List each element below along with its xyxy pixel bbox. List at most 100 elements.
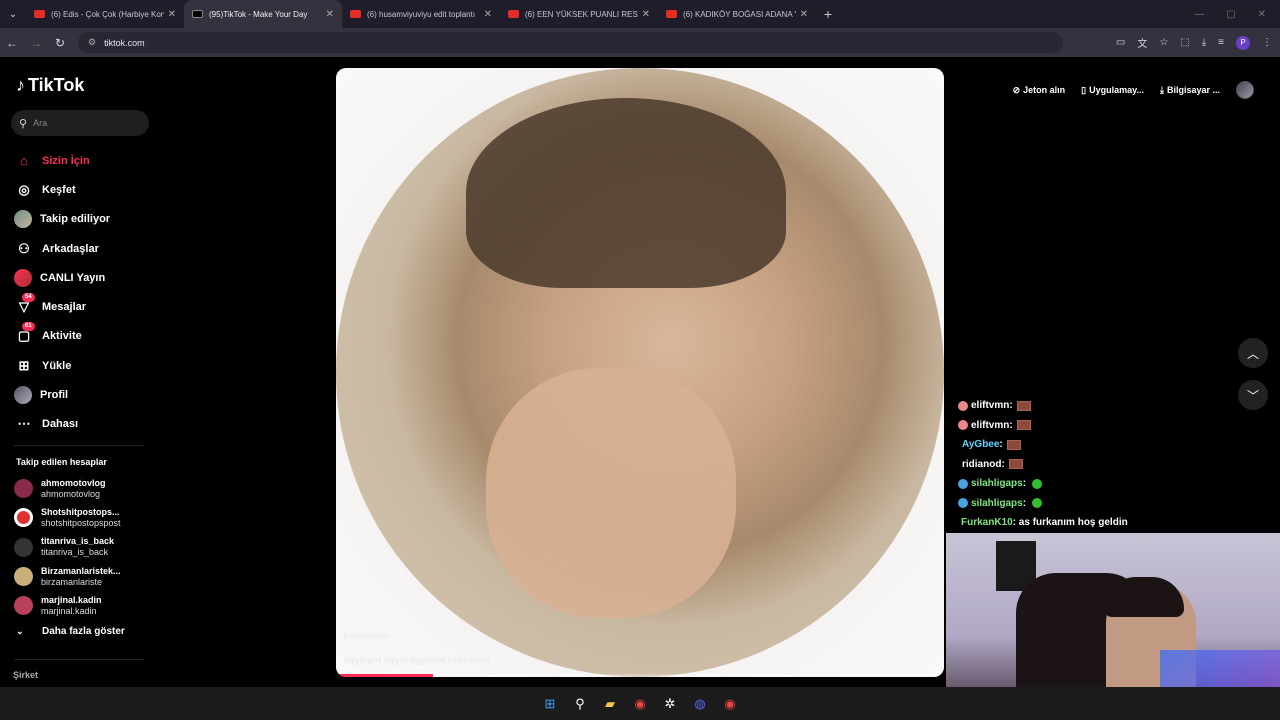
get-coins-button[interactable]: ⊘ Jeton alın xyxy=(1013,85,1066,96)
home-icon: ⌂ xyxy=(20,153,28,169)
forward-icon[interactable]: → xyxy=(24,36,48,50)
top-actions: ⊘ Jeton alın ▯ Uygulamay... ⤓ Bilgisayar ..… xyxy=(1013,81,1254,99)
new-tab-button[interactable]: + xyxy=(816,6,840,22)
video-author[interactable]: karinishon xyxy=(344,631,390,642)
discord-icon[interactable]: ◍ xyxy=(690,694,710,714)
browser-tab[interactable]: (6) husamviyuviyu edit toplantı ✕ xyxy=(342,0,500,28)
extensions-icon[interactable]: ⬚ xyxy=(1180,37,1189,48)
windows-start-icon[interactable]: ⊞ xyxy=(540,694,560,714)
emote-icon xyxy=(1032,498,1043,509)
previous-video-button[interactable]: ︿ xyxy=(1238,338,1268,368)
download-icon[interactable]: ⤓ xyxy=(1202,37,1206,48)
avatar xyxy=(14,508,33,528)
app-icon[interactable]: ✲ xyxy=(660,694,680,714)
main-nav: ⌂ Sizin İçin ◎ Keşfet Takip ediliyor ⚇ Arka… xyxy=(14,146,110,439)
translate-icon[interactable]: 文 xyxy=(1137,35,1147,50)
chrome-icon[interactable]: ◉ xyxy=(720,694,740,714)
activity-icon: ▢ 61 xyxy=(14,322,35,346)
reload-icon[interactable]: ↻ xyxy=(48,36,72,50)
youtube-icon xyxy=(508,10,519,18)
video-frame xyxy=(336,68,944,677)
menu-kebab-icon[interactable]: ⋮ xyxy=(1262,37,1272,48)
video-progress-bar[interactable] xyxy=(336,674,944,677)
search-input[interactable]: ⚲ Ara xyxy=(11,110,149,136)
chat-message: AyGbee : xyxy=(958,435,1278,455)
tiktok-logo[interactable]: ♪ TikTok xyxy=(16,75,84,96)
file-explorer-icon[interactable]: ▰ xyxy=(600,694,620,714)
chevron-up-icon: ︿ xyxy=(1246,346,1259,361)
video-player[interactable]: karinishon #gymgirl #gym #gymrat #кач #з… xyxy=(336,68,944,677)
browser-tab-active[interactable]: (95)TikTok - Make Your Day ✕ xyxy=(184,0,342,28)
browser-tab[interactable]: (6) KADIKÖY BOĞASI ADANA Y ✕ xyxy=(658,0,816,28)
emote-icon xyxy=(1008,459,1023,470)
profile-icon xyxy=(14,386,32,405)
nav-item-friends[interactable]: ⚇ Arkadaşlar xyxy=(14,234,110,263)
cast-icon[interactable]: ▭ xyxy=(1116,37,1125,48)
divider xyxy=(14,445,144,446)
chevron-down-icon: ⌄ xyxy=(16,626,24,636)
browser-tab[interactable]: (6) EEN YÜKSEK PUANLI RESTO ✕ xyxy=(500,0,658,28)
chat-message: FurkanK10 : as furkanım hoş geldin xyxy=(961,517,1128,529)
profile-avatar[interactable]: P xyxy=(1236,35,1250,50)
following-account[interactable]: titanriva_is_back titanriva_is_back xyxy=(14,533,121,562)
bookmark-star-icon[interactable]: ☆ xyxy=(1159,37,1168,48)
get-app-button[interactable]: ▯ Uygulamay... xyxy=(1081,85,1144,96)
avatar xyxy=(14,479,33,499)
video-hashtags[interactable]: #gymgirl #gym #gymrat #кач #зал xyxy=(344,655,490,665)
tab-search-button[interactable]: ⌄ xyxy=(0,0,26,28)
youtube-icon xyxy=(34,10,45,18)
following-account[interactable]: marjinal.kadin marjinal.kadin xyxy=(14,591,121,620)
url-field[interactable]: ⚙ tiktok.com xyxy=(78,32,1063,53)
close-tab-icon[interactable]: ✕ xyxy=(642,9,650,20)
following-avatar-icon xyxy=(14,210,32,229)
search-icon: ⚲ xyxy=(19,117,28,130)
emote-icon xyxy=(1006,439,1021,450)
live-icon xyxy=(14,268,32,287)
friends-icon: ⚇ xyxy=(18,240,30,256)
media-control-icon[interactable]: ≡ xyxy=(1218,37,1224,48)
close-tab-icon[interactable]: ✕ xyxy=(484,9,492,20)
show-more-button[interactable]: ⌄ Daha fazla göster xyxy=(16,626,125,637)
following-account[interactable]: ahmomotovlog ahmomotovlog xyxy=(14,474,121,503)
nav-item-for-you[interactable]: ⌂ Sizin İçin xyxy=(14,146,110,175)
webcam-content xyxy=(1104,577,1184,617)
os-taskbar: ⊞ ⚲ ▰ ◉ ✲ ◍ ◉ xyxy=(0,687,1280,720)
upload-icon: ⊞ xyxy=(18,357,30,373)
tiktok-note-icon: ♪ xyxy=(16,75,25,95)
site-info-icon[interactable]: ⚙ xyxy=(88,37,96,48)
close-window-icon[interactable]: ✕ xyxy=(1258,9,1266,20)
emote-icon xyxy=(1016,400,1031,411)
maximize-icon[interactable]: ▢ xyxy=(1226,9,1235,20)
more-icon: ⋯ xyxy=(17,416,31,432)
browser-toolbar-buttons: ▭ 文 ☆ ⬚ ⤓ ≡ P ⋮ xyxy=(1116,28,1272,57)
nav-item-explore[interactable]: ◎ Keşfet xyxy=(14,175,110,204)
activity-badge: 61 xyxy=(22,322,35,332)
close-tab-icon[interactable]: ✕ xyxy=(326,9,334,20)
nav-item-activity[interactable]: ▢ 61 Aktivite xyxy=(14,322,110,351)
company-link[interactable]: Şirket xyxy=(13,670,38,680)
chat-message: eliftvmn : xyxy=(958,396,1278,416)
address-bar-row: ← → ↻ ⚙ tiktok.com ▭ 文 ☆ ⬚ ⤓ ≡ P ⋮ xyxy=(0,28,1280,57)
desktop-app-button[interactable]: ⤓ Bilgisayar ... xyxy=(1160,85,1220,96)
browser-tab[interactable]: (6) Edis - Çok Çok (Harbiye Kon ✕ xyxy=(26,0,184,28)
nav-item-messages[interactable]: ▽ 54 Mesajlar xyxy=(14,292,110,321)
back-icon[interactable]: ← xyxy=(0,36,24,50)
nav-item-live[interactable]: CANLI Yayın xyxy=(14,263,110,292)
search-icon[interactable]: ⚲ xyxy=(570,694,590,714)
following-account[interactable]: Shotshitpostops... shotshitpostopspost xyxy=(14,503,121,532)
youtube-icon xyxy=(666,10,677,18)
close-tab-icon[interactable]: ✕ xyxy=(800,9,808,20)
nav-item-upload[interactable]: ⊞ Yükle xyxy=(14,351,110,380)
following-account[interactable]: Birzamanlaristek... birzamanlariste xyxy=(14,562,121,591)
divider xyxy=(14,659,144,660)
minimize-icon[interactable]: — xyxy=(1194,9,1204,20)
close-tab-icon[interactable]: ✕ xyxy=(168,9,176,20)
user-avatar[interactable] xyxy=(1236,81,1254,99)
messages-icon: ▽ 54 xyxy=(14,293,35,317)
chat-badge-icon xyxy=(958,478,968,489)
chrome-icon[interactable]: ◉ xyxy=(630,694,650,714)
nav-item-profile[interactable]: Profil xyxy=(14,380,110,409)
nav-item-following[interactable]: Takip ediliyor xyxy=(14,205,110,234)
compass-icon: ◎ xyxy=(18,181,30,197)
nav-item-more[interactable]: ⋯ Dahası xyxy=(14,410,110,439)
